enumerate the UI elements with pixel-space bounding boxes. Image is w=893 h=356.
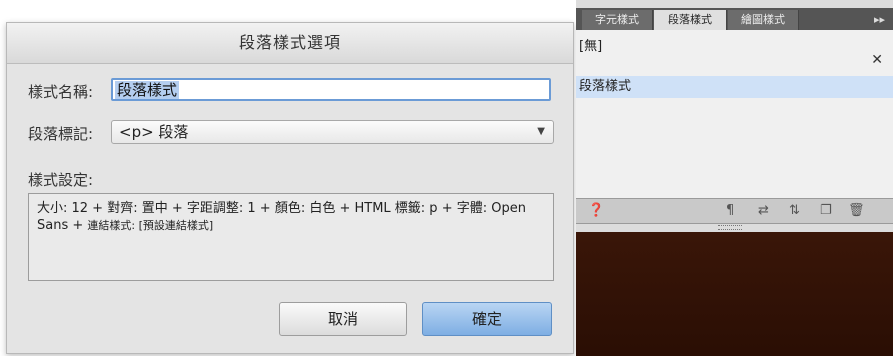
styles-panel: 字元樣式 段落樣式 繪圖樣式 ▸▸ [無] ✕ 段落樣式 ❓ ¶ ⇄ ⇅ ❐ 🗑 <box>576 0 893 356</box>
styles-list: [無] ✕ 段落樣式 <box>576 30 893 198</box>
paragraph-tag-select[interactable]: <p> 段落 ▼ <box>111 120 554 144</box>
tab-character-styles[interactable]: 字元樣式 <box>582 10 653 30</box>
dialog-title: 段落樣式選項 <box>7 23 573 64</box>
paragraph-tag-label: 段落標記: <box>28 125 94 143</box>
style-name-value: 段落樣式 <box>115 81 180 99</box>
link-icon[interactable]: ⇄ <box>758 201 769 221</box>
resize-grip[interactable] <box>718 225 742 230</box>
paragraph-tag-value: <p> 段落 <box>119 123 189 141</box>
list-item[interactable]: [無] <box>579 35 602 54</box>
new-style-icon[interactable]: ❐ <box>820 201 832 221</box>
panel-tab-bar: 字元樣式 段落樣式 繪圖樣式 ▸▸ <box>576 8 893 30</box>
list-item-selected[interactable]: 段落樣式 <box>576 76 893 98</box>
style-name-label: 樣式名稱: <box>28 83 94 101</box>
style-settings-description: 大小: 12 + 對齊: 置中 + 字距調整: 1 + 顏色: 白色 + HTM… <box>28 193 554 281</box>
style-settings-label: 樣式設定: <box>28 171 94 189</box>
ok-button[interactable]: 確定 <box>422 302 552 336</box>
chevron-down-icon: ▼ <box>537 126 545 137</box>
style-settings-link-text: 連結樣式: [預設連結樣式] <box>87 219 214 232</box>
cancel-button[interactable]: 取消 <box>279 302 407 336</box>
load-styles-icon[interactable]: ⇅ <box>789 201 800 221</box>
style-name-input[interactable]: 段落樣式 <box>111 78 551 101</box>
panel-menu-icon[interactable]: ▸▸ <box>874 10 885 30</box>
tab-graphic-styles[interactable]: 繪圖樣式 <box>728 10 799 30</box>
paragraph-style-options-dialog: 段落樣式選項 樣式名稱: 段落樣式 段落標記: <p> 段落 ▼ 樣式設定: 大… <box>6 22 574 354</box>
panel-toolbar: ❓ ¶ ⇄ ⇅ ❐ 🗑 <box>576 198 893 224</box>
trash-icon[interactable]: 🗑 <box>848 201 865 221</box>
help-icon[interactable]: ❓ <box>588 201 604 221</box>
paragraph-icon[interactable]: ¶ <box>726 201 734 221</box>
clear-overrides-icon[interactable]: ✕ <box>871 52 883 68</box>
canvas-background <box>576 232 893 356</box>
tab-paragraph-styles[interactable]: 段落樣式 <box>654 10 727 30</box>
